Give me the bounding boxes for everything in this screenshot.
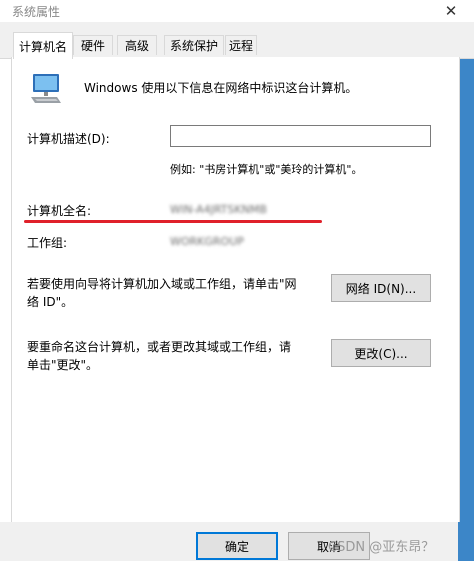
tab-remote[interactable]: 远程 <box>225 35 257 55</box>
description-input[interactable] <box>170 125 431 147</box>
network-id-button[interactable]: 网络 ID(N)... <box>331 274 431 302</box>
tab-strip: 计算机名 硬件 高级 系统保护 远程 <box>0 22 474 59</box>
tab-advanced[interactable]: 高级 <box>117 35 157 55</box>
window-title: 系统属性 <box>12 5 61 19</box>
background-window-strip <box>458 22 474 561</box>
ok-button[interactable]: 确定 <box>196 532 278 560</box>
workgroup-label: 工作组: <box>27 236 68 250</box>
description-label: 计算机描述(D): <box>27 132 110 146</box>
tab-hardware[interactable]: 硬件 <box>73 35 113 55</box>
workgroup-value: WORKGROUP <box>170 235 244 248</box>
rename-text: 要重命名这台计算机，或者更改其域或工作组，请单击"更改"。 <box>27 340 292 372</box>
watermark: CSDN @亚东昂？ <box>328 540 435 555</box>
intro-text: Windows 使用以下信息在网络中标识这台计算机。 <box>84 81 358 95</box>
network-id-text: 若要使用向导将计算机加入域或工作组，请单击"网络 ID"。 <box>27 277 297 309</box>
fullname-label: 计算机全名: <box>27 204 92 218</box>
title-bar: 系统属性 ✕ <box>0 0 474 22</box>
change-button[interactable]: 更改(C)... <box>331 339 431 367</box>
highlight-underline <box>24 220 322 223</box>
example-text: 例如: "书房计算机"或"美玲的计算机"。 <box>170 163 363 176</box>
tab-system-protection[interactable]: 系统保护 <box>164 35 224 55</box>
tab-computer-name[interactable]: 计算机名 <box>13 32 73 59</box>
fullname-value: WIN-A4JRTSKNMB <box>170 203 267 216</box>
close-icon[interactable]: ✕ <box>428 0 474 22</box>
computer-icon <box>31 74 61 103</box>
